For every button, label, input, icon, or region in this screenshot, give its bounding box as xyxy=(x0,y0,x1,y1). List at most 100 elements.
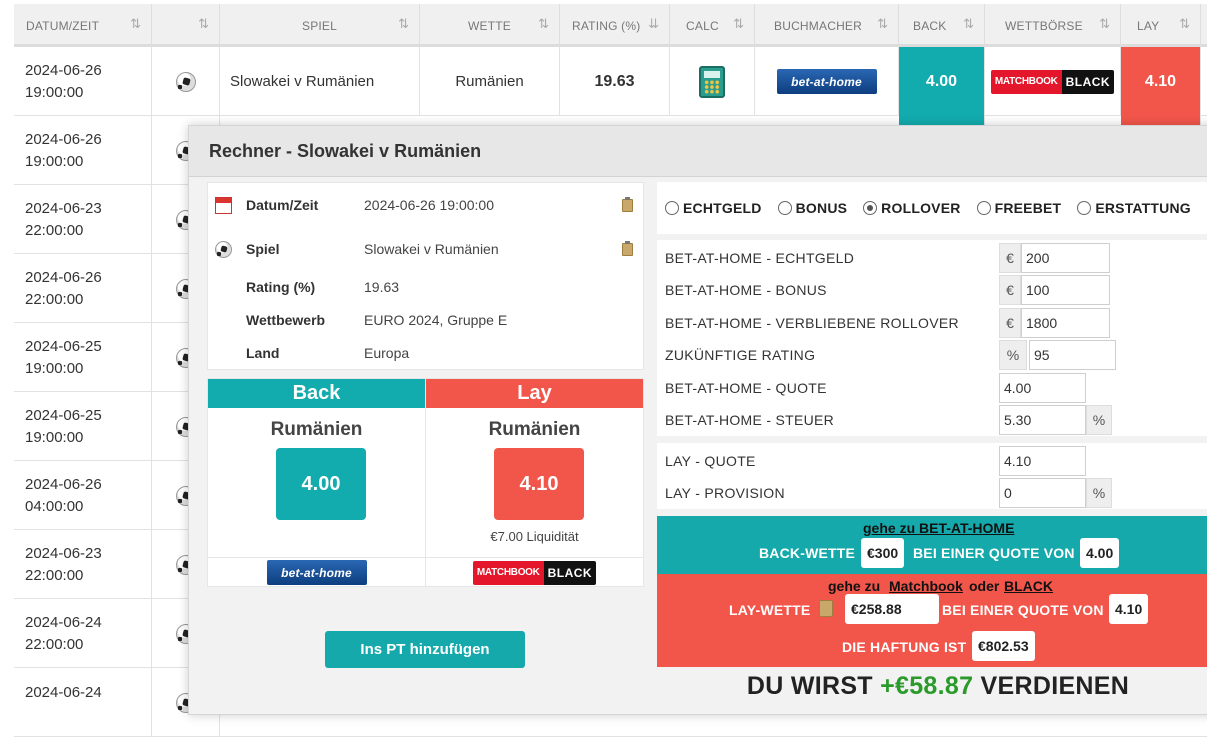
goto-matchbook-link[interactable]: Matchbook xyxy=(889,578,963,594)
field-bonus: BET-AT-HOME - BONUS € 100 xyxy=(657,274,1207,306)
future-rating-input[interactable]: 95 xyxy=(1029,340,1116,370)
calendar-icon xyxy=(215,196,232,214)
row-time: 19:00:00 xyxy=(25,152,84,170)
lay-odds-cell[interactable]: 4.10 xyxy=(1121,47,1201,116)
row-date: 2024-06-26 xyxy=(25,130,102,148)
radio-echtgeld[interactable]: ECHTGELD xyxy=(665,200,762,216)
radio-button-selected-icon[interactable] xyxy=(863,201,878,215)
radio-freebet[interactable]: FREEBET xyxy=(976,200,1062,216)
radio-button-icon[interactable] xyxy=(1077,201,1092,215)
back-odds[interactable]: 4.00 xyxy=(276,448,366,520)
lay-odds[interactable]: 4.10 xyxy=(494,448,584,520)
modal-title: Rechner - Slowakei v Rumänien xyxy=(189,126,1207,177)
info-key: Rating (%) xyxy=(246,279,316,295)
col-wettboerse[interactable]: WETTBÖRSE ⇅ xyxy=(985,4,1121,47)
sort-icon[interactable]: ⇅ xyxy=(198,16,209,32)
euro-prefix: € xyxy=(999,308,1021,338)
info-row-land: Land Europa xyxy=(208,343,643,363)
copy-icon[interactable] xyxy=(622,240,633,256)
date-cell: 2024-06-24 xyxy=(14,668,152,737)
sort-icon[interactable]: ⇅ xyxy=(130,16,141,32)
goto-bookmaker-link[interactable]: gehe zu BET-AT-HOME xyxy=(863,520,1014,536)
col-label: RATING (%) xyxy=(572,18,641,33)
goto-black-link[interactable]: BLACK xyxy=(1004,578,1053,594)
radio-bonus[interactable]: BONUS xyxy=(777,200,848,216)
copy-icon[interactable] xyxy=(819,600,833,617)
sort-icon[interactable]: ⇅ xyxy=(1179,16,1190,32)
profit-summary: DU WIRST +€58.87 VERDIENEN xyxy=(657,672,1207,701)
calculator-form: ECHTGELD BONUS ROLLOVER FREEBET ERSTATTU… xyxy=(657,182,1207,722)
col-label: SPIEL xyxy=(301,18,338,33)
bet-cell: Rumänien xyxy=(420,47,560,116)
row-time: 04:00:00 xyxy=(25,497,84,515)
back-lay-panel: Back Lay Rumänien Rumänien 4.00 4.10 €7.… xyxy=(207,378,644,587)
col-lay[interactable]: LAY ⇅ xyxy=(1121,4,1201,47)
lay-liquidity: €7.00 Liquidität xyxy=(490,529,579,544)
back-bet-result: gehe zu BET-AT-HOME BACK-WETTE €300 BEI … xyxy=(657,516,1207,574)
add-to-pt-button[interactable]: Ins PT hinzufügen xyxy=(325,631,525,668)
bookmaker-quote-input[interactable]: 4.00 xyxy=(999,373,1086,403)
sort-icon[interactable]: ⇅ xyxy=(1099,16,1110,32)
info-row-datum: Datum/Zeit 2024-06-26 19:00:00 xyxy=(208,195,643,215)
row-date: 2024-06-26 xyxy=(25,268,102,286)
col-sport[interactable]: ⇅ xyxy=(152,4,220,47)
sort-icon[interactable]: ⇅ xyxy=(398,16,409,32)
field-label: BET-AT-HOME - VERBLIEBENE ROLLOVER xyxy=(665,315,959,331)
game-cell: Slowakei v Rumänien xyxy=(220,47,420,116)
radio-erstattung[interactable]: ERSTATTUNG xyxy=(1077,200,1191,216)
euro-prefix: € xyxy=(999,243,1021,273)
black-logo-text: BLACK xyxy=(1061,69,1115,94)
back-odds-cell[interactable]: 4.00 xyxy=(899,47,985,116)
calculator-icon[interactable] xyxy=(699,65,725,98)
col-rating[interactable]: RATING (%) ⇊ xyxy=(560,4,670,47)
field-label: ZUKÜNFTIGE RATING xyxy=(665,347,816,363)
tax-input[interactable]: 5.30 xyxy=(999,405,1086,435)
radio-button-icon[interactable] xyxy=(665,201,679,215)
matchbook-black-logo[interactable]: MATCHBOOK BLACK xyxy=(990,69,1115,94)
row-time: 22:00:00 xyxy=(25,566,84,584)
sort-icon[interactable]: ⇅ xyxy=(877,16,888,32)
lay-quote-input[interactable]: 4.10 xyxy=(999,446,1086,476)
echtgeld-input[interactable]: 200 xyxy=(1021,243,1110,273)
bet-at-home-logo[interactable]: bet-at-home xyxy=(776,69,877,94)
info-value: 19.63 xyxy=(364,279,400,295)
lay-stake: €258.88 xyxy=(845,594,939,624)
sort-icon[interactable]: ⇅ xyxy=(538,16,549,32)
event-info-panel: Datum/Zeit 2024-06-26 19:00:00 Spiel Slo… xyxy=(207,182,644,370)
row-date: 2024-06-26 xyxy=(25,61,102,79)
field-label: BET-AT-HOME - STEUER xyxy=(665,412,835,428)
radio-button-icon[interactable] xyxy=(976,201,991,215)
bet-at-home-logo[interactable]: bet-at-home xyxy=(266,560,367,585)
radio-rollover[interactable]: ROLLOVER xyxy=(863,200,960,216)
sort-icon[interactable]: ⇅ xyxy=(733,16,744,32)
row-date: 2024-06-23 xyxy=(25,199,102,217)
date-cell: 2024-06-25 19:00:00 xyxy=(14,323,152,392)
row-date: 2024-06-25 xyxy=(25,337,102,355)
exchange-cell: MATCHBOOK BLACK xyxy=(985,47,1121,116)
col-spiel[interactable]: SPIEL ⇅ xyxy=(220,4,420,47)
col-back[interactable]: BACK ⇅ xyxy=(899,4,985,47)
lay-team: Rumänien xyxy=(488,419,581,440)
table-row[interactable]: 2024-06-26 19:00:00 Slowakei v Rumänien R… xyxy=(14,47,1207,116)
copy-icon[interactable] xyxy=(622,196,633,212)
col-buchmacher[interactable]: BUCHMACHER ⇅ xyxy=(755,4,899,47)
row-time: 19:00:00 xyxy=(25,428,84,446)
sort-icon[interactable]: ⇅ xyxy=(963,16,974,32)
date-cell: 2024-06-26 19:00:00 xyxy=(14,47,152,116)
back-result-odds: 4.00 xyxy=(1080,538,1120,568)
col-datum-zeit[interactable]: DATUM/ZEIT ⇅ xyxy=(14,4,152,47)
rollover-input[interactable]: 1800 xyxy=(1021,308,1110,338)
info-key: Land xyxy=(246,345,280,361)
rating-cell: 19.63 xyxy=(560,47,670,116)
col-label: LAY xyxy=(1137,18,1160,33)
matchbook-black-logo[interactable]: MATCHBOOK BLACK xyxy=(472,560,597,585)
row-time: 19:00:00 xyxy=(25,83,84,101)
col-calc[interactable]: CALC ⇅ xyxy=(670,4,755,47)
bonus-input[interactable]: 100 xyxy=(1021,275,1110,305)
euro-prefix: € xyxy=(999,275,1021,305)
lay-provision-input[interactable]: 0 xyxy=(999,478,1086,508)
radio-button-icon[interactable] xyxy=(777,201,792,215)
info-key: Datum/Zeit xyxy=(246,197,319,213)
sort-desc-icon[interactable]: ⇊ xyxy=(648,16,659,32)
col-wette[interactable]: WETTE ⇅ xyxy=(420,4,560,47)
